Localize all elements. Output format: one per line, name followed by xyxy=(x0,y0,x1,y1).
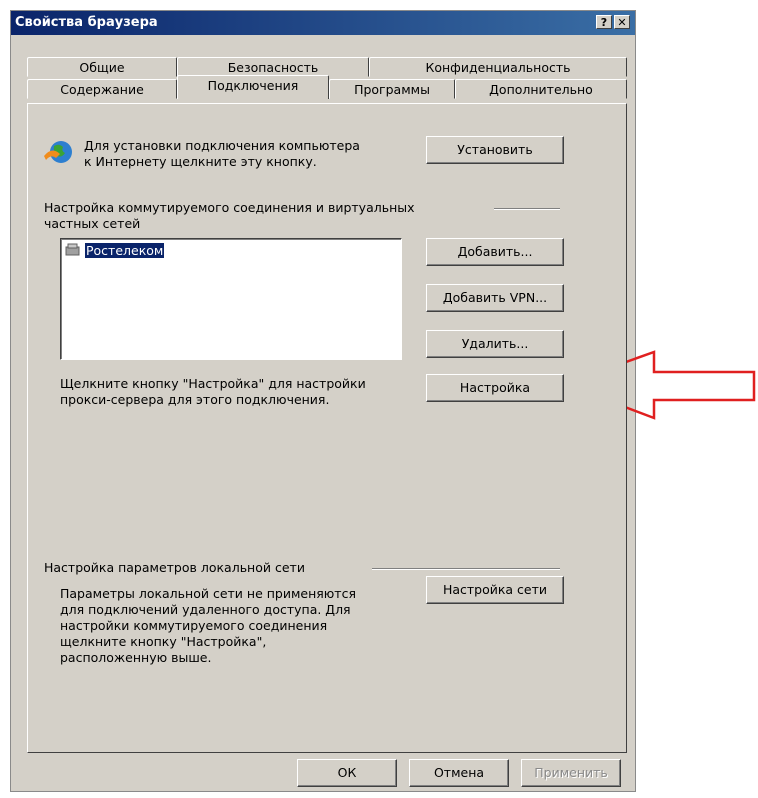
title-bar: Свойства браузера ? ✕ xyxy=(11,11,635,35)
list-item[interactable]: Ростелеком xyxy=(65,243,165,259)
add-vpn-button[interactable]: Добавить VPN... xyxy=(426,284,564,312)
section-divider xyxy=(494,208,560,210)
dialup-section-header: Настройка коммутируемого соединения и ви… xyxy=(44,200,415,231)
tab-general[interactable]: Общие xyxy=(27,57,177,77)
tab-content[interactable]: Содержание xyxy=(27,79,177,99)
setup-button[interactable]: Установить xyxy=(426,136,564,164)
connection-name: Ростелеком xyxy=(84,243,165,258)
lan-settings-button[interactable]: Настройка сети xyxy=(426,576,564,604)
ok-button[interactable]: ОК xyxy=(297,759,397,787)
connections-list[interactable]: Ростелеком xyxy=(60,238,402,360)
dialup-connection-icon xyxy=(65,243,80,256)
remove-button[interactable]: Удалить... xyxy=(426,330,564,358)
tab-connections[interactable]: Подключения xyxy=(177,75,329,99)
window-title: Свойства браузера xyxy=(15,15,158,30)
tab-security[interactable]: Безопасность xyxy=(177,57,369,77)
connections-panel: Для установки подключения компьютера к И… xyxy=(27,103,627,753)
tab-programs[interactable]: Программы xyxy=(329,79,455,99)
lan-section-header: Настройка параметров локальной сети xyxy=(44,560,305,575)
help-button[interactable]: ? xyxy=(596,15,612,29)
apply-button[interactable]: Применить xyxy=(521,759,621,787)
close-button[interactable]: ✕ xyxy=(614,15,630,29)
section-divider xyxy=(372,568,560,570)
lan-description: Параметры локальной сети не применяются … xyxy=(60,586,356,665)
internet-options-dialog: Свойства браузера ? ✕ Общие Безопасность… xyxy=(10,10,636,792)
globe-icon xyxy=(44,141,72,163)
setup-description: Для установки подключения компьютера к И… xyxy=(84,138,360,169)
cancel-button[interactable]: Отмена xyxy=(409,759,509,787)
tab-advanced[interactable]: Дополнительно xyxy=(455,79,627,99)
tab-privacy[interactable]: Конфиденциальность xyxy=(369,57,627,77)
settings-button[interactable]: Настройка xyxy=(426,374,564,402)
proxy-description: Щелкните кнопку "Настройка" для настройк… xyxy=(60,376,366,407)
add-button[interactable]: Добавить... xyxy=(426,238,564,266)
